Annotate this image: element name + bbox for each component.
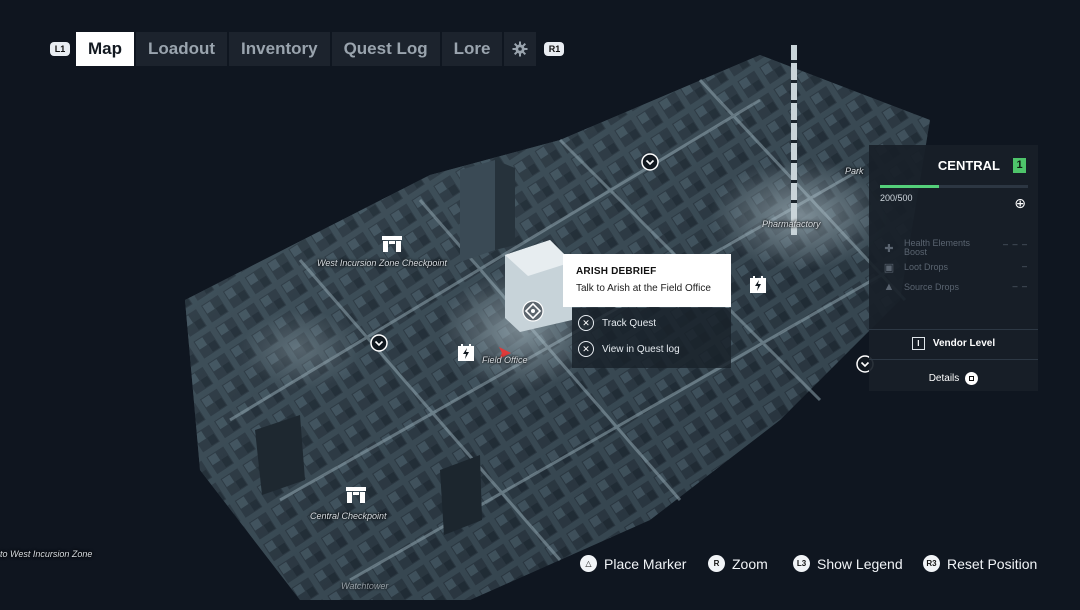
right-stick-icon: R	[708, 555, 725, 572]
reward-value: – –	[1012, 281, 1028, 291]
r1-shoulder-button[interactable]: R1	[544, 42, 565, 56]
watchtower-label: Watchtower	[341, 581, 389, 591]
reset-position-hint[interactable]: R3 Reset Position	[923, 555, 1037, 572]
panel-divider	[869, 359, 1038, 360]
tab-quest-log[interactable]: Quest Log	[331, 32, 440, 66]
reward-loot-drops: ▣ Loot Drops –	[882, 261, 1028, 274]
reward-label: Health Elements Boost	[904, 238, 971, 257]
l3-button-icon: L3	[793, 555, 810, 572]
gear-icon	[512, 41, 528, 57]
game-map-screen: L1 Map Loadout Inventory Quest Log Lore …	[0, 0, 1080, 610]
district-xp-bar	[880, 185, 1028, 188]
l1-shoulder-button[interactable]: L1	[50, 42, 70, 56]
quest-diamond-icon[interactable]	[522, 300, 544, 322]
checkpoint-gate-icon[interactable]	[382, 236, 402, 252]
source-crystal-icon: ▲	[883, 281, 895, 293]
i-key-icon: I	[911, 337, 925, 350]
tab-settings[interactable]	[504, 32, 537, 66]
district-xp-text: 200/500	[880, 193, 913, 203]
vendor-level-label: Vendor Level	[932, 338, 996, 350]
tab-map[interactable]: Map	[76, 32, 134, 66]
zoom-label: Zoom	[732, 555, 768, 572]
tab-lore[interactable]: Lore	[441, 32, 503, 66]
district-level-badge: 1	[1013, 158, 1026, 173]
shield-marker-icon[interactable]	[641, 153, 659, 171]
power-station-icon[interactable]	[749, 276, 767, 294]
tab-loadout[interactable]: Loadout	[136, 32, 228, 66]
top-tab-bar: L1 Map Loadout Inventory Quest Log Lore …	[44, 32, 570, 66]
reward-label: Source Drops	[904, 282, 960, 292]
zoom-hint[interactable]: R Zoom	[708, 555, 768, 572]
panel-divider	[869, 329, 1038, 330]
to-west-zone-label: to West Incursion Zone	[0, 549, 93, 559]
view-quest-log-action[interactable]: ✕ View in Quest log	[578, 341, 680, 357]
show-legend-hint[interactable]: L3 Show Legend	[793, 555, 903, 572]
west-checkpoint-label: West Incursion Zone Checkpoint	[317, 258, 447, 268]
add-plus-icon[interactable]: ⊕	[1014, 195, 1026, 212]
quest-popup-card[interactable]: ARISH DEBRIEF Talk to Arish at the Field…	[563, 254, 731, 307]
quest-description: Talk to Arish at the Field Office	[576, 283, 711, 294]
power-station-icon[interactable]	[457, 344, 475, 362]
reward-value: –	[1021, 261, 1028, 271]
shield-marker-icon[interactable]	[370, 334, 388, 352]
quest-title: ARISH DEBRIEF	[576, 266, 657, 277]
quest-actions-menu: ✕ Track Quest ✕ View in Quest log	[572, 308, 731, 368]
square-button-icon	[965, 372, 979, 385]
district-name: CENTRAL	[937, 158, 1000, 173]
antenna-tower-icon	[791, 45, 797, 235]
cross-button-icon: ✕	[578, 341, 594, 357]
place-marker-label: Place Marker	[604, 555, 687, 572]
vendor-level-row[interactable]: I Vendor Level	[869, 337, 1038, 350]
field-office-label: Field Office	[482, 355, 528, 365]
show-legend-label: Show Legend	[817, 555, 903, 572]
place-marker-hint[interactable]: △ Place Marker	[580, 555, 686, 572]
tab-inventory[interactable]: Inventory	[229, 32, 330, 66]
checkpoint-gate-icon[interactable]	[346, 487, 366, 503]
cross-button-icon: ✕	[578, 315, 594, 331]
reset-position-label: Reset Position	[947, 555, 1038, 572]
details-row[interactable]: Details	[869, 372, 1038, 385]
factory-label: Pharmafactory	[762, 219, 821, 229]
track-quest-action[interactable]: ✕ Track Quest	[578, 315, 656, 331]
triangle-button-icon: △	[580, 555, 597, 572]
central-checkpoint-label: Central Checkpoint	[310, 511, 387, 521]
details-label: Details	[928, 373, 960, 385]
reward-source-drops: ▲ Source Drops – –	[882, 281, 1028, 293]
r3-button-icon: R3	[923, 555, 940, 572]
reward-health-boost: ✚ Health Elements Boost – – –	[882, 239, 1028, 257]
reward-label: Loot Drops	[904, 262, 949, 272]
view-quest-log-label: View in Quest log	[602, 343, 680, 355]
park-label: Park	[845, 166, 864, 176]
track-quest-label: Track Quest	[602, 317, 657, 329]
health-plus-icon: ✚	[884, 242, 894, 255]
district-info-panel: CENTRAL 1 200/500 ⊕ ✚ Health Elements Bo…	[869, 145, 1038, 391]
district-xp-fill	[880, 185, 940, 188]
loot-crate-icon: ▣	[883, 261, 895, 274]
reward-value: – – –	[1002, 239, 1028, 249]
